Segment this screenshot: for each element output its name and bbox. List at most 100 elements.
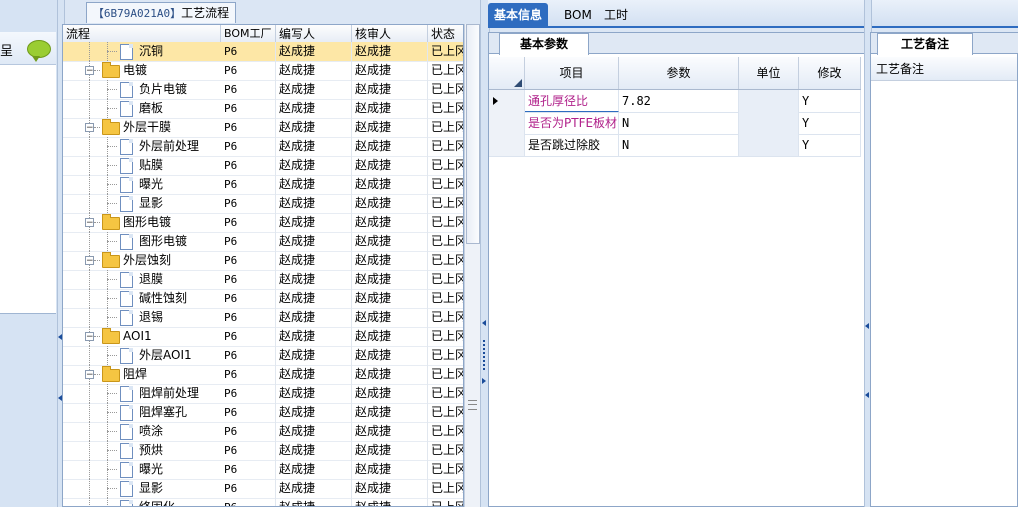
notes-text-area[interactable] [871, 82, 1017, 502]
process-notes-panel: 工艺备注 工艺备注 [870, 32, 1018, 507]
document-icon [120, 101, 133, 117]
tree-step-row[interactable]: 退锡 P6 赵成捷 赵成捷 已上冈 [63, 308, 463, 328]
col-header-writer[interactable]: 编写人 [276, 25, 352, 43]
tree-node-label: 外层AOI1 [139, 348, 192, 362]
speech-bubble-icon[interactable] [27, 40, 51, 62]
collapse-right-icon-2[interactable] [865, 392, 869, 398]
status-cell: 已上冈 [428, 61, 463, 80]
tree-step-row[interactable]: 阻焊塞孔 P6 赵成捷 赵成捷 已上冈 [63, 403, 463, 423]
tree-step-row[interactable]: 磨板 P6 赵成捷 赵成捷 已上冈 [63, 99, 463, 119]
tree-step-row[interactable]: 显影 P6 赵成捷 赵成捷 已上冈 [63, 194, 463, 214]
tree-folder-row[interactable]: − 外层蚀刻 P6 赵成捷 赵成捷 已上冈 [63, 251, 463, 271]
tree-step-row[interactable]: 阻焊前处理 P6 赵成捷 赵成捷 已上冈 [63, 384, 463, 404]
tab-process-flow[interactable]: 【6B79A021A0】工艺流程 [86, 2, 236, 23]
tree-vertical-scrollbar[interactable] [464, 24, 480, 507]
collapse-right-icon[interactable] [865, 323, 869, 329]
process-tree-grid[interactable]: 流程 BOM工厂 编写人 核审人 状态 沉铜 P6 赵成捷 赵成捷 已上冈 − 电镀 P6 赵成… [62, 24, 464, 507]
param-col-edit[interactable]: 修改 [799, 57, 861, 89]
tree-step-row[interactable]: 曝光 P6 赵成捷 赵成捷 已上冈 [63, 175, 463, 195]
collapse-toggle-icon[interactable]: − [85, 66, 94, 76]
status-cell: 已上冈 [428, 251, 463, 270]
tree-guide-line [89, 403, 90, 422]
tree-step-row[interactable]: 碱性蚀刻 P6 赵成捷 赵成捷 已上冈 [63, 289, 463, 309]
bom-factory-cell: P6 [221, 403, 276, 422]
collapse-toggle-icon[interactable]: − [85, 123, 94, 133]
tree-cell: 显影 [63, 194, 221, 213]
writer-cell: 赵成捷 [276, 327, 352, 346]
tab-work-hours[interactable]: 工时 [598, 3, 634, 28]
reviewer-cell: 赵成捷 [352, 118, 428, 137]
param-value-cell[interactable]: N [619, 134, 739, 156]
param-row[interactable]: 是否跳过除胶 N Y [489, 134, 861, 157]
tree-step-row[interactable]: 沉铜 P6 赵成捷 赵成捷 已上冈 [63, 42, 463, 62]
col-header-flow[interactable]: 流程 [63, 25, 221, 43]
tree-folder-row[interactable]: − 电镀 P6 赵成捷 赵成捷 已上冈 [63, 61, 463, 81]
collapse-middle-left-icon[interactable] [482, 320, 486, 326]
left-side-panel: 呈 [0, 0, 58, 507]
param-col-item[interactable]: 项目 [525, 57, 619, 89]
document-icon [120, 234, 133, 250]
tree-guide-line [89, 422, 90, 441]
document-icon [120, 462, 133, 478]
row-selector[interactable] [489, 134, 525, 156]
param-value-cell[interactable]: 7.82 [619, 90, 739, 112]
collapse-middle-right-icon[interactable] [482, 378, 486, 384]
tree-folder-row[interactable]: − 外层干膜 P6 赵成捷 赵成捷 已上冈 [63, 118, 463, 138]
collapse-toggle-icon[interactable]: − [85, 218, 94, 228]
tree-node-label: AOI1 [123, 329, 152, 343]
tree-step-row[interactable]: 显影 P6 赵成捷 赵成捷 已上冈 [63, 479, 463, 499]
reviewer-cell: 赵成捷 [352, 251, 428, 270]
tab-bom[interactable]: BOM [558, 3, 598, 28]
tree-step-row[interactable]: 终固化P6赵成捷赵成捷已上冈 [63, 498, 463, 506]
writer-cell: 赵成捷 [276, 251, 352, 270]
scrollbar-thumb[interactable] [466, 24, 480, 244]
col-header-status[interactable]: 状态 [428, 25, 463, 43]
writer-cell: 赵成捷 [276, 365, 352, 384]
tree-step-row[interactable]: 退膜 P6 赵成捷 赵成捷 已上冈 [63, 270, 463, 290]
writer-cell: 赵成捷 [276, 270, 352, 289]
reviewer-cell: 赵成捷 [352, 232, 428, 251]
param-col-value[interactable]: 参数 [619, 57, 739, 89]
bom-factory-cell: P6 [221, 232, 276, 251]
tree-node-label: 阻焊前处理 [139, 386, 200, 400]
collapse-toggle-icon[interactable]: − [85, 332, 94, 342]
col-header-bom-factory[interactable]: BOM工厂 [221, 25, 276, 43]
param-value-cell[interactable]: N [619, 112, 739, 134]
tab-basic-params[interactable]: 基本参数 [499, 33, 589, 55]
bom-factory-cell: P6 [221, 42, 276, 61]
tree-cell: − 外层干膜 [63, 118, 221, 137]
col-header-reviewer[interactable]: 核审人 [352, 25, 428, 43]
collapse-toggle-icon[interactable]: − [85, 370, 94, 380]
bom-factory-cell: P6 [221, 194, 276, 213]
param-table-header: 项目 参数 单位 修改 [489, 57, 861, 90]
tree-cell: 磨板 [63, 99, 221, 118]
param-row[interactable]: 是否为PTFE板材 N Y [489, 112, 861, 135]
tree-guide-line [107, 355, 117, 356]
tree-folder-row[interactable]: − 图形电镀 P6 赵成捷 赵成捷 已上冈 [63, 213, 463, 233]
row-selector[interactable] [489, 112, 525, 134]
tree-step-row[interactable]: 贴膜 P6 赵成捷 赵成捷 已上冈 [63, 156, 463, 176]
param-row[interactable]: 通孔厚径比 7.82 Y [489, 90, 861, 113]
info-tab-strip: 基本信息 BOM 工时 [488, 0, 1018, 28]
tab-process-notes[interactable]: 工艺备注 [877, 33, 973, 55]
row-selector[interactable] [489, 90, 525, 112]
collapse-toggle-icon[interactable]: − [85, 256, 94, 266]
tree-step-row[interactable]: 图形电镀 P6 赵成捷 赵成捷 已上冈 [63, 232, 463, 252]
tree-step-row[interactable]: 预烘 P6 赵成捷 赵成捷 已上冈 [63, 441, 463, 461]
select-all-corner-icon[interactable] [514, 79, 522, 87]
tree-step-row[interactable]: 外层前处理 P6 赵成捷 赵成捷 已上冈 [63, 137, 463, 157]
tree-step-row[interactable]: 喷涂 P6 赵成捷 赵成捷 已上冈 [63, 422, 463, 442]
status-cell: 已上冈 [428, 99, 463, 118]
writer-cell: 赵成捷 [276, 308, 352, 327]
reviewer-cell: 赵成捷 [352, 498, 428, 506]
tree-cell: 喷涂 [63, 422, 221, 441]
tree-folder-row[interactable]: − 阻焊 P6 赵成捷 赵成捷 已上冈 [63, 365, 463, 385]
tree-guide-line [107, 279, 117, 280]
tab-basic-info[interactable]: 基本信息 [488, 3, 549, 28]
tree-folder-row[interactable]: − AOI1 P6 赵成捷 赵成捷 已上冈 [63, 327, 463, 347]
tree-step-row[interactable]: 外层AOI1 P6 赵成捷 赵成捷 已上冈 [63, 346, 463, 366]
tree-step-row[interactable]: 负片电镀 P6 赵成捷 赵成捷 已上冈 [63, 80, 463, 100]
bom-factory-cell: P6 [221, 441, 276, 460]
param-col-unit[interactable]: 单位 [739, 57, 799, 89]
tree-step-row[interactable]: 曝光 P6 赵成捷 赵成捷 已上冈 [63, 460, 463, 480]
